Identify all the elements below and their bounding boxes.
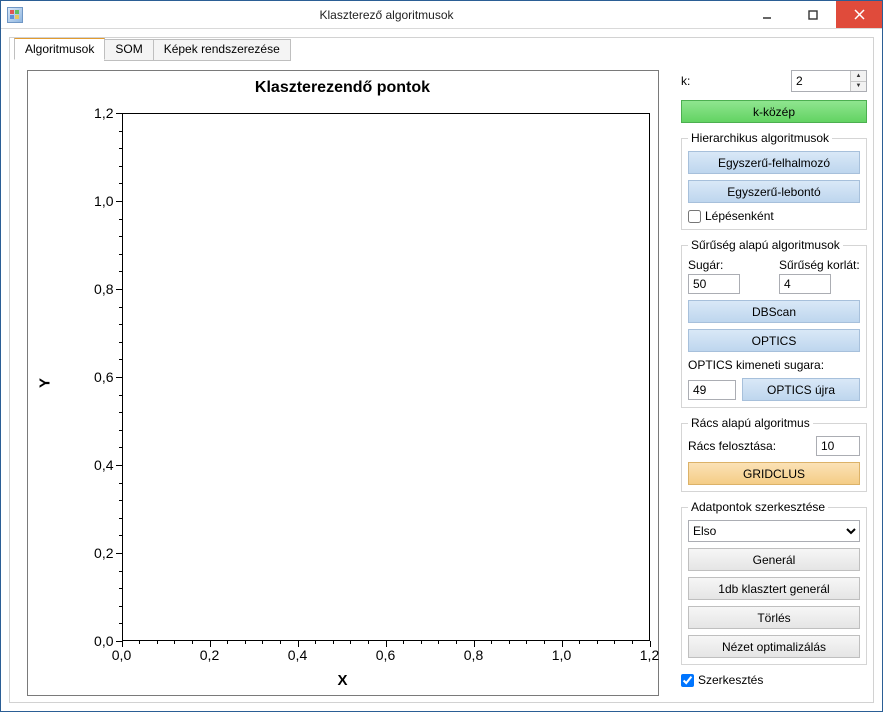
density-group: Sűrűség alapú algoritmusok Sugár: Sűrűsé… — [681, 238, 867, 408]
x-tick-label: 0,2 — [200, 647, 219, 663]
chart-title: Klaszterezendő pontok — [28, 71, 658, 97]
y-tick-label: 0,6 — [94, 369, 113, 385]
stepwise-checkbox[interactable] — [688, 210, 701, 223]
x-tick-label: 0,6 — [376, 647, 395, 663]
radius-input[interactable] — [688, 274, 740, 294]
tab-som[interactable]: SOM — [104, 39, 153, 61]
y-axis-label: Y — [36, 378, 53, 388]
dataset-combo[interactable]: Elso — [688, 520, 860, 542]
hierarchical-legend: Hierarchikus algoritmusok — [688, 131, 832, 145]
x-tick-label: 0,8 — [464, 647, 483, 663]
tab-images[interactable]: Képek rendszerezése — [153, 39, 291, 61]
y-tick-label: 0,8 — [94, 281, 113, 297]
chart: Klaszterezendő pontok Y X 0,0 0,2 0,4 0,6 0,… — [27, 70, 659, 696]
edit-group: Adatpontok szerkesztése Elso Generál 1db… — [681, 500, 867, 665]
optics-button[interactable]: OPTICS — [688, 329, 860, 352]
density-legend: Sűrűség alapú algoritmusok — [688, 238, 843, 252]
y-tick-label: 0,2 — [94, 545, 113, 561]
generate-button[interactable]: Generál — [688, 548, 860, 571]
spinner-down-icon[interactable]: ▼ — [851, 82, 866, 92]
app-icon — [7, 7, 23, 23]
kmeans-button[interactable]: k-közép — [681, 100, 867, 123]
gridclus-button[interactable]: GRIDCLUS — [688, 462, 860, 485]
close-button[interactable] — [836, 1, 882, 28]
grid-legend: Rács alapú algoritmus — [688, 416, 813, 430]
tab-algorithms[interactable]: Algoritmusok — [14, 38, 105, 60]
optics-again-button[interactable]: OPTICS újra — [742, 378, 860, 401]
edit-legend: Adatpontok szerkesztése — [688, 500, 828, 514]
k-input[interactable] — [792, 71, 850, 91]
x-tick-label: 0,4 — [288, 647, 307, 663]
maximize-button[interactable] — [790, 1, 836, 28]
optics-output-label: OPTICS kimeneti sugara: — [688, 358, 860, 372]
generate-one-button[interactable]: 1db klasztert generál — [688, 577, 860, 600]
editing-checkbox[interactable] — [681, 674, 694, 687]
agglomerative-button[interactable]: Egyszerű-felhalmozó — [688, 151, 860, 174]
minpts-input[interactable] — [779, 274, 831, 294]
grid-div-label: Rács felosztása: — [688, 439, 812, 453]
dbscan-button[interactable]: DBScan — [688, 300, 860, 323]
stepwise-label: Lépésenként — [705, 209, 774, 223]
x-tick-label: 0,0 — [112, 647, 131, 663]
radius-label: Sugár: — [688, 258, 769, 272]
k-label: k: — [681, 74, 690, 88]
divisive-button[interactable]: Egyszerű-lebontó — [688, 180, 860, 203]
y-tick-label: 0,4 — [94, 457, 113, 473]
spinner-up-icon[interactable]: ▲ — [851, 71, 866, 82]
x-tick-label: 1,0 — [552, 647, 571, 663]
x-tick-label: 1,2 — [640, 647, 659, 663]
plot-area — [122, 113, 650, 641]
editing-label: Szerkesztés — [698, 673, 763, 687]
optimize-view-button[interactable]: Nézet optimalizálás — [688, 635, 860, 658]
x-axis-label: X — [337, 672, 347, 689]
minimize-button[interactable] — [744, 1, 790, 28]
window-title: Klaszterező algoritmusok — [29, 8, 744, 22]
hierarchical-group: Hierarchikus algoritmusok Egyszerű-felha… — [681, 131, 867, 230]
y-tick-label: 1,0 — [94, 193, 113, 209]
k-spinner[interactable]: ▲ ▼ — [791, 70, 867, 92]
clear-button[interactable]: Törlés — [688, 606, 860, 629]
optics-output-input[interactable] — [688, 380, 736, 400]
y-tick-label: 0,0 — [94, 633, 113, 649]
minpts-label: Sűrűség korlát: — [779, 258, 860, 272]
grid-div-input[interactable] — [816, 436, 860, 456]
y-tick-label: 1,2 — [94, 105, 113, 121]
grid-group: Rács alapú algoritmus Rács felosztása: G… — [681, 416, 867, 492]
